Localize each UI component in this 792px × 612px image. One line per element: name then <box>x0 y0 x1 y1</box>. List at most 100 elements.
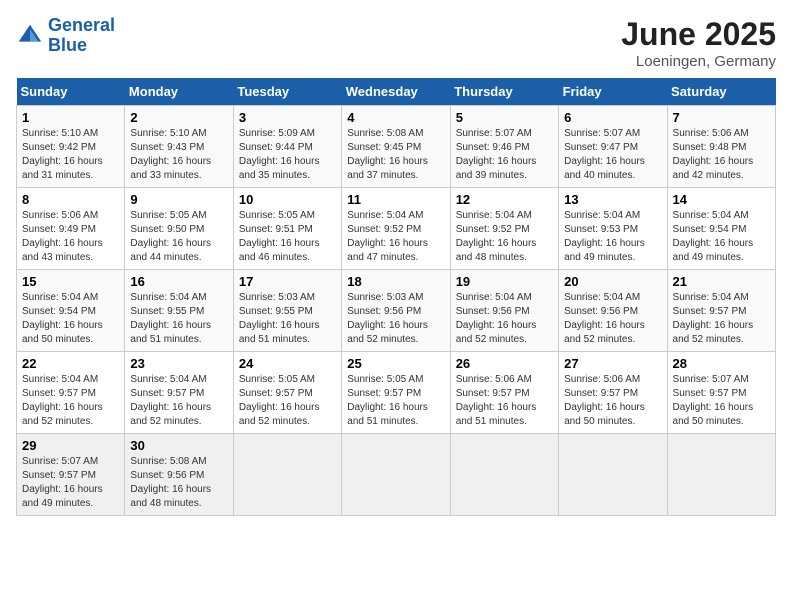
header-day-friday: Friday <box>559 78 667 106</box>
calendar-cell: 14 Sunrise: 5:04 AMSunset: 9:54 PMDayligh… <box>667 188 775 270</box>
calendar-week-2: 8 Sunrise: 5:06 AMSunset: 9:49 PMDaylight… <box>17 188 776 270</box>
calendar-cell: 27Sunrise: 5:06 AMSunset: 9:57 PMDayligh… <box>559 352 667 434</box>
day-number: 29 <box>22 438 119 453</box>
calendar-cell: 21 Sunrise: 5:04 AMSunset: 9:57 PMDayligh… <box>667 270 775 352</box>
day-number: 9 <box>130 192 227 207</box>
day-number: 1 <box>22 110 119 125</box>
day-number: 19 <box>456 274 553 289</box>
logo-line1: General <box>48 16 115 36</box>
day-info: Sunrise: 5:06 AMSunset: 9:48 PMDaylight:… <box>673 127 770 183</box>
subtitle: Loeningen, Germany <box>621 53 776 70</box>
calendar-cell <box>450 434 558 516</box>
day-info: Sunrise: 5:04 AMSunset: 9:52 PMDaylight:… <box>456 209 553 265</box>
calendar-cell: 9 Sunrise: 5:05 AMSunset: 9:50 PMDaylight… <box>125 188 233 270</box>
day-info: Sunrise: 5:10 AMSunset: 9:43 PMDaylight:… <box>130 127 227 183</box>
day-number: 6 <box>564 110 661 125</box>
day-info: Sunrise: 5:06 AMSunset: 9:49 PMDaylight:… <box>22 209 119 265</box>
calendar-cell: 29 Sunrise: 5:07 AMSunset: 9:57 PMDayligh… <box>17 434 125 516</box>
calendar-table: SundayMondayTuesdayWednesdayThursdayFrid… <box>16 78 776 516</box>
day-number: 8 <box>22 192 119 207</box>
day-number: 24 <box>239 356 336 371</box>
day-info: Sunrise: 5:07 AMSunset: 9:57 PMDaylight:… <box>22 455 119 511</box>
calendar-header-row: SundayMondayTuesdayWednesdayThursdayFrid… <box>17 78 776 106</box>
logo-text: General Blue <box>48 16 115 56</box>
calendar-cell: 24 Sunrise: 5:05 AMSunset: 9:57 PMDayligh… <box>233 352 341 434</box>
calendar-cell: 13Sunrise: 5:04 AMSunset: 9:53 PMDayligh… <box>559 188 667 270</box>
day-info: Sunrise: 5:03 AMSunset: 9:55 PMDaylight:… <box>239 291 336 347</box>
day-info: Sunrise: 5:06 AMSunset: 9:57 PMDaylight:… <box>456 373 553 429</box>
day-info: Sunrise: 5:09 AMSunset: 9:44 PMDaylight:… <box>239 127 336 183</box>
calendar-cell: 2 Sunrise: 5:10 AMSunset: 9:43 PMDaylight… <box>125 106 233 188</box>
main-title: June 2025 <box>621 16 776 53</box>
calendar-week-3: 15 Sunrise: 5:04 AMSunset: 9:54 PMDayligh… <box>17 270 776 352</box>
calendar-cell: 30 Sunrise: 5:08 AMSunset: 9:56 PMDayligh… <box>125 434 233 516</box>
day-info: Sunrise: 5:05 AMSunset: 9:57 PMDaylight:… <box>347 373 444 429</box>
calendar-cell: 5Sunrise: 5:07 AMSunset: 9:46 PMDaylight… <box>450 106 558 188</box>
day-number: 30 <box>130 438 227 453</box>
day-number: 20 <box>564 274 661 289</box>
day-info: Sunrise: 5:04 AMSunset: 9:57 PMDaylight:… <box>673 291 770 347</box>
calendar-cell: 3 Sunrise: 5:09 AMSunset: 9:44 PMDaylight… <box>233 106 341 188</box>
calendar-cell: 28 Sunrise: 5:07 AMSunset: 9:57 PMDayligh… <box>667 352 775 434</box>
calendar-week-4: 22 Sunrise: 5:04 AMSunset: 9:57 PMDayligh… <box>17 352 776 434</box>
calendar-cell: 8 Sunrise: 5:06 AMSunset: 9:49 PMDaylight… <box>17 188 125 270</box>
logo-icon <box>16 22 44 50</box>
logo-line2: Blue <box>48 36 115 56</box>
day-info: Sunrise: 5:04 AMSunset: 9:56 PMDaylight:… <box>564 291 661 347</box>
day-info: Sunrise: 5:06 AMSunset: 9:57 PMDaylight:… <box>564 373 661 429</box>
title-area: June 2025 Loeningen, Germany <box>621 16 776 70</box>
day-number: 26 <box>456 356 553 371</box>
day-number: 17 <box>239 274 336 289</box>
day-number: 22 <box>22 356 119 371</box>
calendar-cell <box>342 434 450 516</box>
day-info: Sunrise: 5:08 AMSunset: 9:56 PMDaylight:… <box>130 455 227 511</box>
day-number: 3 <box>239 110 336 125</box>
calendar-cell <box>667 434 775 516</box>
calendar-cell: 15 Sunrise: 5:04 AMSunset: 9:54 PMDayligh… <box>17 270 125 352</box>
day-info: Sunrise: 5:04 AMSunset: 9:57 PMDaylight:… <box>130 373 227 429</box>
day-info: Sunrise: 5:05 AMSunset: 9:57 PMDaylight:… <box>239 373 336 429</box>
day-info: Sunrise: 5:04 AMSunset: 9:57 PMDaylight:… <box>22 373 119 429</box>
day-number: 5 <box>456 110 553 125</box>
day-info: Sunrise: 5:03 AMSunset: 9:56 PMDaylight:… <box>347 291 444 347</box>
day-number: 23 <box>130 356 227 371</box>
day-info: Sunrise: 5:05 AMSunset: 9:50 PMDaylight:… <box>130 209 227 265</box>
day-info: Sunrise: 5:07 AMSunset: 9:47 PMDaylight:… <box>564 127 661 183</box>
day-number: 16 <box>130 274 227 289</box>
calendar-week-5: 29 Sunrise: 5:07 AMSunset: 9:57 PMDayligh… <box>17 434 776 516</box>
day-number: 21 <box>673 274 770 289</box>
day-number: 14 <box>673 192 770 207</box>
calendar-cell: 17 Sunrise: 5:03 AMSunset: 9:55 PMDayligh… <box>233 270 341 352</box>
day-number: 7 <box>673 110 770 125</box>
calendar-cell: 6 Sunrise: 5:07 AMSunset: 9:47 PMDaylight… <box>559 106 667 188</box>
header-day-sunday: Sunday <box>17 78 125 106</box>
header-day-tuesday: Tuesday <box>233 78 341 106</box>
day-number: 4 <box>347 110 444 125</box>
calendar-cell: 11Sunrise: 5:04 AMSunset: 9:52 PMDayligh… <box>342 188 450 270</box>
calendar-cell: 22 Sunrise: 5:04 AMSunset: 9:57 PMDayligh… <box>17 352 125 434</box>
calendar-cell: 1 Sunrise: 5:10 AMSunset: 9:42 PMDaylight… <box>17 106 125 188</box>
day-number: 2 <box>130 110 227 125</box>
header-day-saturday: Saturday <box>667 78 775 106</box>
logo: General Blue <box>16 16 115 56</box>
calendar-cell: 7 Sunrise: 5:06 AMSunset: 9:48 PMDaylight… <box>667 106 775 188</box>
day-info: Sunrise: 5:04 AMSunset: 9:52 PMDaylight:… <box>347 209 444 265</box>
day-info: Sunrise: 5:04 AMSunset: 9:54 PMDaylight:… <box>673 209 770 265</box>
day-number: 18 <box>347 274 444 289</box>
day-info: Sunrise: 5:05 AMSunset: 9:51 PMDaylight:… <box>239 209 336 265</box>
day-number: 10 <box>239 192 336 207</box>
day-number: 12 <box>456 192 553 207</box>
calendar-cell: 4Sunrise: 5:08 AMSunset: 9:45 PMDaylight… <box>342 106 450 188</box>
calendar-cell: 20 Sunrise: 5:04 AMSunset: 9:56 PMDayligh… <box>559 270 667 352</box>
day-info: Sunrise: 5:10 AMSunset: 9:42 PMDaylight:… <box>22 127 119 183</box>
calendar-cell <box>233 434 341 516</box>
day-number: 15 <box>22 274 119 289</box>
day-info: Sunrise: 5:04 AMSunset: 9:54 PMDaylight:… <box>22 291 119 347</box>
calendar-cell <box>559 434 667 516</box>
calendar-cell: 26 Sunrise: 5:06 AMSunset: 9:57 PMDayligh… <box>450 352 558 434</box>
header-day-thursday: Thursday <box>450 78 558 106</box>
day-info: Sunrise: 5:07 AMSunset: 9:57 PMDaylight:… <box>673 373 770 429</box>
calendar-cell: 16Sunrise: 5:04 AMSunset: 9:55 PMDayligh… <box>125 270 233 352</box>
day-number: 28 <box>673 356 770 371</box>
header-day-monday: Monday <box>125 78 233 106</box>
